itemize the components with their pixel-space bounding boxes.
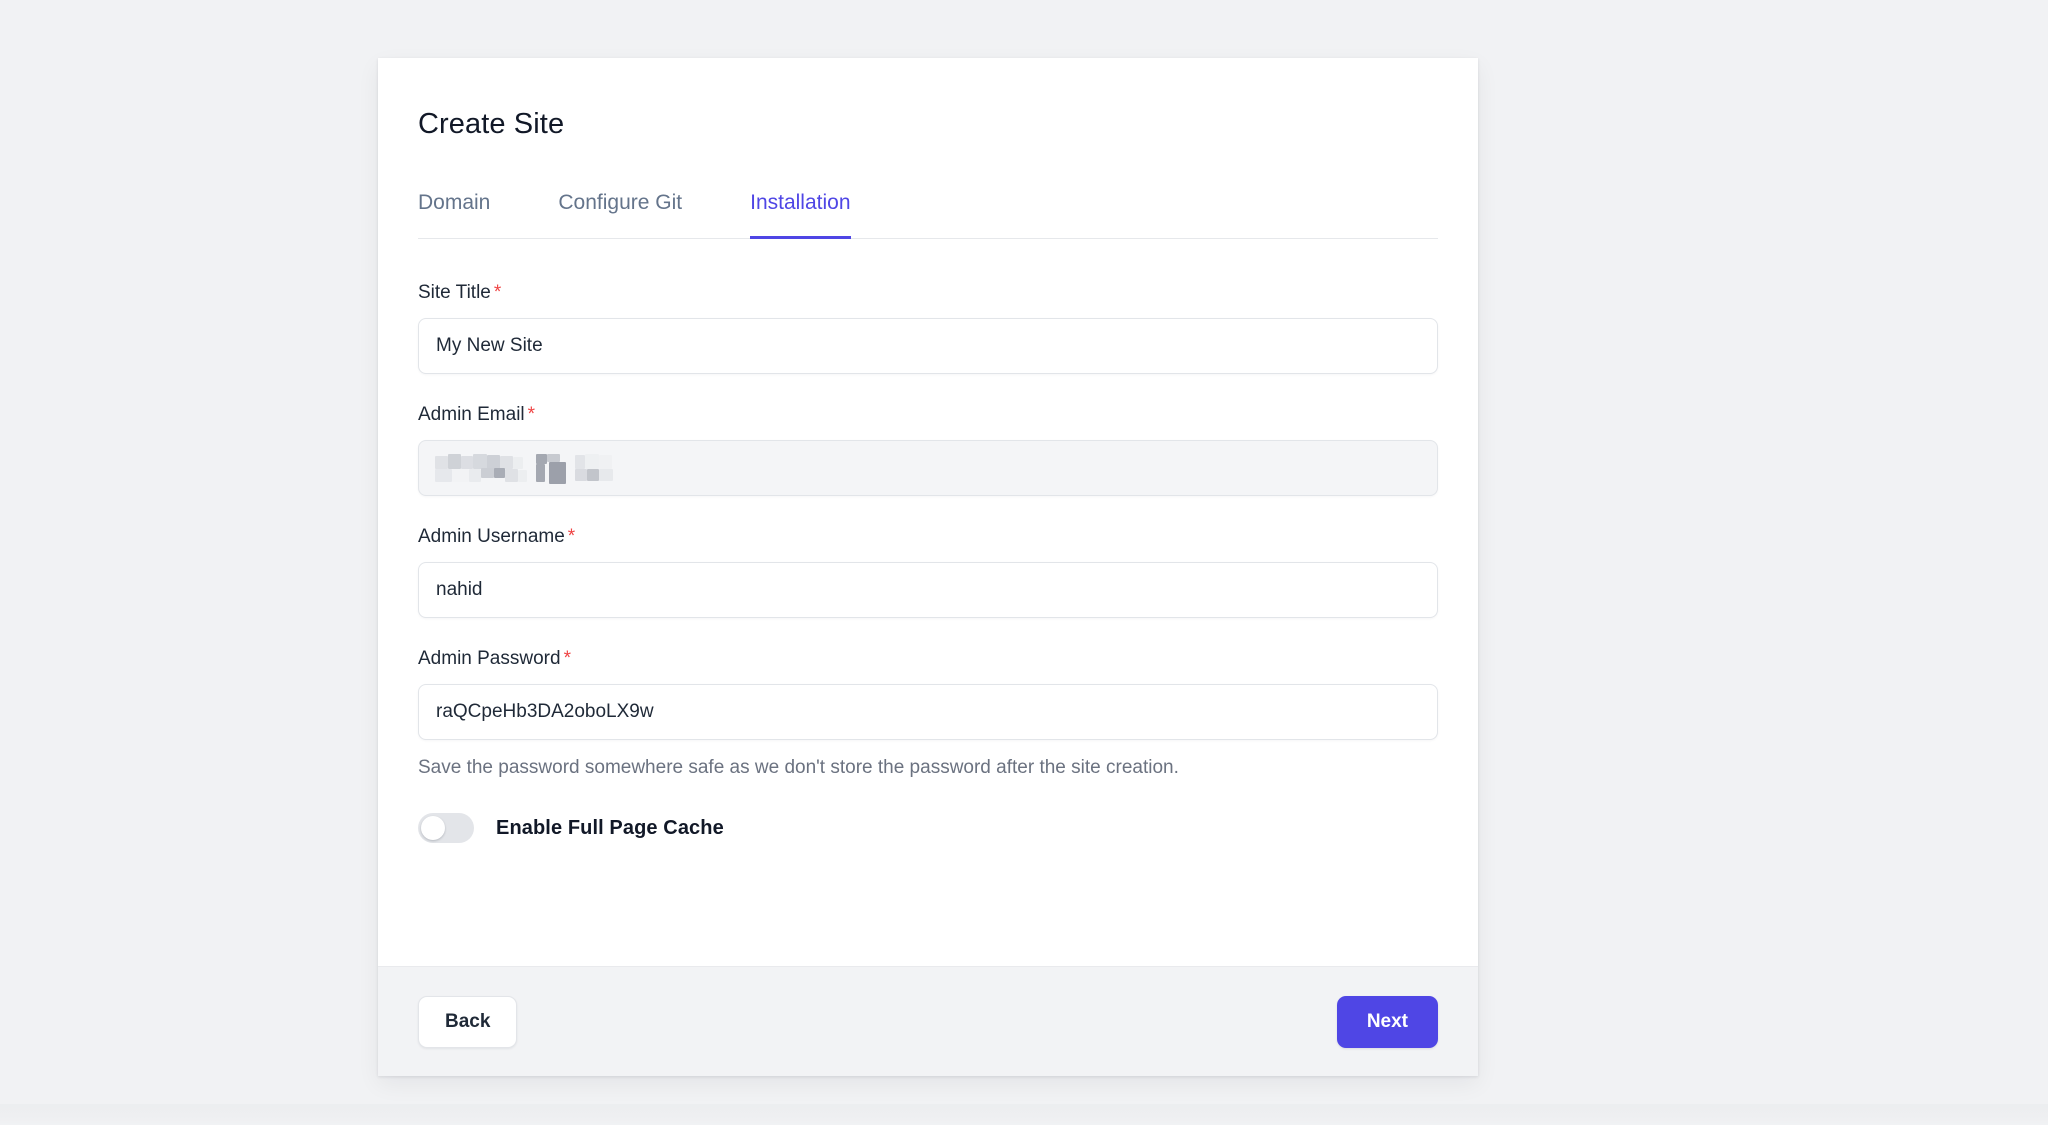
- toggle-knob: [421, 816, 445, 840]
- create-site-card: Create Site Domain Configure Git Install…: [378, 58, 1478, 1076]
- admin-password-label-text: Admin Password: [418, 648, 561, 669]
- full-page-cache-toggle[interactable]: [418, 813, 474, 843]
- admin-email-label: Admin Email *: [418, 403, 1438, 427]
- admin-password-label: Admin Password *: [418, 647, 1438, 671]
- admin-password-help-text: Save the password somewhere safe as we d…: [418, 757, 1179, 778]
- card-body: Create Site Domain Configure Git Install…: [378, 58, 1478, 843]
- tab-domain[interactable]: Domain: [418, 190, 490, 238]
- page-bottom-band: [0, 1104, 2048, 1125]
- admin-username-label: Admin Username *: [418, 525, 1438, 549]
- admin-email-input-wrap: [418, 440, 1438, 496]
- field-admin-email: Admin Email *: [418, 403, 1438, 496]
- next-button[interactable]: Next: [1336, 995, 1438, 1048]
- site-title-label-text: Site Title: [418, 282, 491, 303]
- site-title-input[interactable]: [418, 318, 1438, 374]
- page-title: Create Site: [418, 108, 565, 140]
- required-asterisk: *: [527, 404, 536, 425]
- field-admin-username: Admin Username *: [418, 525, 1438, 618]
- field-admin-password: Admin Password* Save the password somewh…: [418, 647, 1438, 780]
- admin-email-input[interactable]: [418, 440, 1438, 496]
- full-page-cache-label[interactable]: Enable Full Page Cache: [496, 817, 724, 840]
- required-asterisk: *: [493, 282, 502, 303]
- required-asterisk: *: [563, 648, 571, 669]
- tab-bar: Domain Configure Git Installation: [418, 190, 1438, 239]
- admin-username-label-text: Admin Username: [418, 526, 565, 547]
- site-title-label: Site Title *: [418, 281, 1438, 305]
- admin-username-input[interactable]: [418, 562, 1438, 618]
- back-button[interactable]: Back: [418, 995, 518, 1048]
- field-site-title: Site Title *: [418, 281, 1438, 374]
- tab-installation[interactable]: Installation: [750, 190, 851, 239]
- app-root: Create Site Domain Configure Git Install…: [0, 0, 2048, 1125]
- installation-form: Site Title* Admin Email*: [418, 239, 1438, 843]
- admin-password-input[interactable]: [418, 684, 1438, 740]
- card-footer: Back Next: [378, 966, 1478, 1076]
- admin-email-label-text: Admin Email: [418, 404, 525, 425]
- required-asterisk: *: [567, 526, 576, 547]
- full-page-cache-row: Enable Full Page Cache: [418, 813, 1438, 843]
- tab-configure-git[interactable]: Configure Git: [558, 190, 682, 238]
